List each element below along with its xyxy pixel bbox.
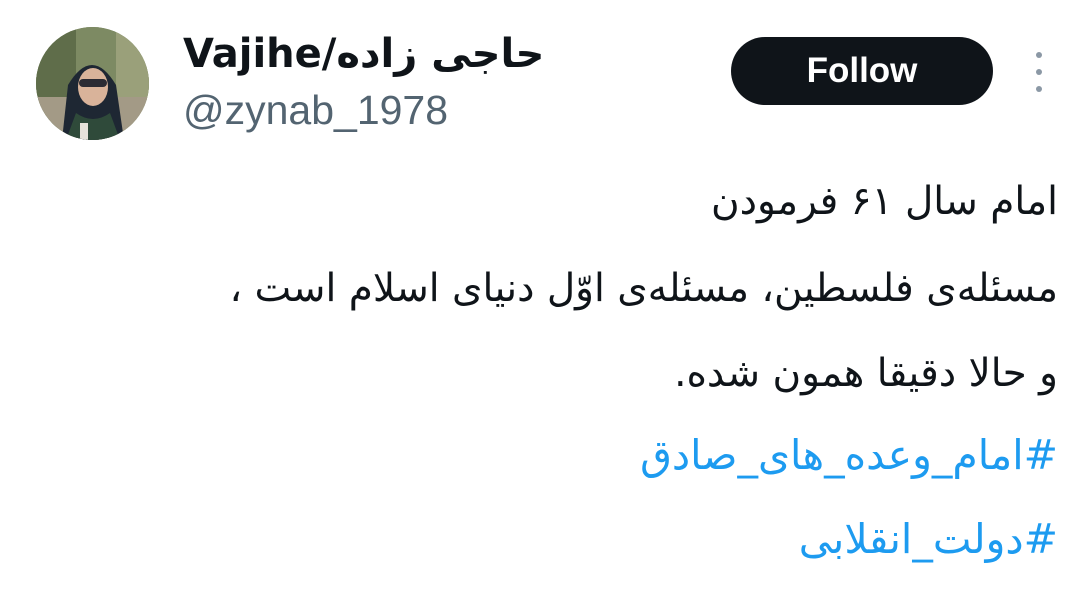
user-handle[interactable]: @zynab_1978 [183,86,448,134]
avatar[interactable] [36,27,149,140]
tweet-text-line: مسئله‌ی فلسطین، مسئله‌ی اوّل دنیای اسلام… [229,266,1058,311]
tweet-card: Vajihe/حاجی زاده @zynab_1978 Follow امام… [0,0,1080,608]
more-dot [1036,69,1042,75]
hashtag-link[interactable]: #دولت_انقلابی [799,514,1058,564]
tweet-text-line: و حالا دقیقا همون شده. [674,351,1058,396]
profile-photo [36,27,149,140]
tweet-text-line: امام سال ۶۱ فرمودن [711,179,1058,224]
follow-button[interactable]: Follow [731,37,993,105]
more-dot [1036,52,1042,58]
more-options-icon[interactable] [1024,52,1054,92]
hashtag-link[interactable]: #امام_وعده_های_صادق [640,430,1058,480]
more-dot [1036,86,1042,92]
display-name[interactable]: Vajihe/حاجی زاده [183,30,544,78]
